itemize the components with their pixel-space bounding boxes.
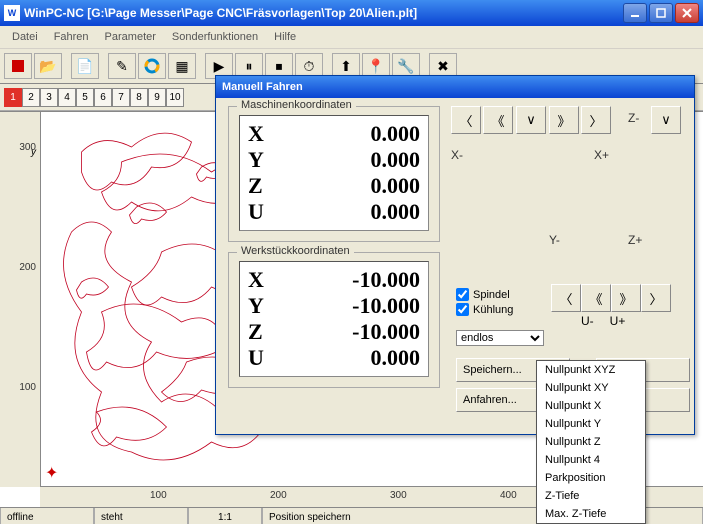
window-title: WinPC-NC [G:\Page Messer\Page CNC\Fräsvo…: [24, 6, 623, 20]
popup-item[interactable]: Z-Tiefe: [537, 487, 645, 505]
popup-item[interactable]: Nullpunkt Z: [537, 433, 645, 451]
machine-x: 0.000: [278, 121, 420, 147]
tool-1[interactable]: 1: [4, 88, 22, 107]
tool-color[interactable]: [138, 53, 166, 79]
menu-datei[interactable]: Datei: [4, 28, 46, 46]
jog-u-plus-fast[interactable]: 》: [611, 284, 641, 312]
menu-parameter[interactable]: Parameter: [97, 28, 164, 46]
tool-grid[interactable]: ▦: [168, 53, 196, 79]
popup-item[interactable]: Nullpunkt 4: [537, 451, 645, 469]
popup-item[interactable]: Nullpunkt X: [537, 397, 645, 415]
save-popup-menu: Nullpunkt XYZ Nullpunkt XY Nullpunkt X N…: [536, 360, 646, 524]
y-axis: y 300 200 100: [0, 112, 41, 487]
tool-4[interactable]: 4: [58, 88, 76, 107]
tool-8[interactable]: 8: [130, 88, 148, 107]
menu-sonderfunktionen[interactable]: Sonderfunktionen: [164, 28, 266, 46]
speed-select[interactable]: endlos: [456, 330, 544, 346]
group-work-coords: Werkstückkoordinaten X-10.000 Y-10.000 Z…: [228, 252, 440, 388]
jog-x-minus[interactable]: 〈: [451, 106, 481, 134]
app-icon: W: [4, 5, 20, 21]
popup-item[interactable]: Nullpunkt XY: [537, 379, 645, 397]
tool-5[interactable]: 5: [76, 88, 94, 107]
status-zoom: 1:1: [188, 508, 262, 524]
tool-6[interactable]: 6: [94, 88, 112, 107]
jog-area: Y+ Z- ∧ ∧ ︽ ︽ X- X+ 〈 《 》 〉 ︾ ︾ ∨ ∨ Y- Z…: [456, 106, 681, 276]
status-connection: offline: [0, 508, 94, 524]
jog-u-minus[interactable]: 〈: [551, 284, 581, 312]
machine-y: 0.000: [278, 147, 420, 173]
menu-hilfe[interactable]: Hilfe: [266, 28, 304, 46]
tool-2[interactable]: 2: [22, 88, 40, 107]
jog-y-minus[interactable]: ∨: [516, 106, 546, 134]
popup-item[interactable]: Max. Z-Tiefe: [537, 505, 645, 523]
maximize-button[interactable]: [649, 3, 673, 23]
window-titlebar: W WinPC-NC [G:\Page Messer\Page CNC\Fräs…: [0, 0, 703, 26]
close-button[interactable]: [675, 3, 699, 23]
tool-path[interactable]: ✎: [108, 53, 136, 79]
check-cooling[interactable]: Kühlung: [456, 303, 513, 316]
tool-7[interactable]: 7: [112, 88, 130, 107]
work-u: 0.000: [278, 345, 420, 371]
work-z: -10.000: [278, 319, 420, 345]
work-y: -10.000: [278, 293, 420, 319]
tool-10[interactable]: 10: [166, 88, 184, 107]
jog-x-plus-fast[interactable]: 》: [549, 106, 579, 134]
popup-item[interactable]: Nullpunkt Y: [537, 415, 645, 433]
jog-u-plus[interactable]: 〉: [641, 284, 671, 312]
group-machine-coords: Maschinenkoordinaten X0.000 Y0.000 Z0.00…: [228, 106, 440, 242]
tool-stop[interactable]: [4, 53, 32, 79]
jog-u-minus-fast[interactable]: 《: [581, 284, 611, 312]
minimize-button[interactable]: [623, 3, 647, 23]
work-x: -10.000: [278, 267, 420, 293]
jog-x-plus[interactable]: 〉: [581, 106, 611, 134]
menubar: Datei Fahren Parameter Sonderfunktionen …: [0, 26, 703, 49]
popup-item[interactable]: Nullpunkt XYZ: [537, 361, 645, 379]
tool-edit[interactable]: 📄: [71, 53, 99, 79]
status-state: steht: [94, 508, 188, 524]
popup-item[interactable]: Parkposition: [537, 469, 645, 487]
dialog-title: Manuell Fahren: [216, 76, 694, 98]
machine-z: 0.000: [278, 173, 420, 199]
tool-3[interactable]: 3: [40, 88, 58, 107]
jog-x-minus-fast[interactable]: 《: [483, 106, 513, 134]
check-spindle[interactable]: Spindel: [456, 288, 513, 301]
jog-z-plus[interactable]: ∨: [651, 106, 681, 134]
machine-u: 0.000: [278, 199, 420, 225]
tool-9[interactable]: 9: [148, 88, 166, 107]
menu-fahren[interactable]: Fahren: [46, 28, 97, 46]
origin-marker: ✦: [45, 463, 58, 483]
checkboxes: Spindel Kühlung: [456, 288, 513, 318]
tool-open[interactable]: 📂: [34, 53, 62, 79]
